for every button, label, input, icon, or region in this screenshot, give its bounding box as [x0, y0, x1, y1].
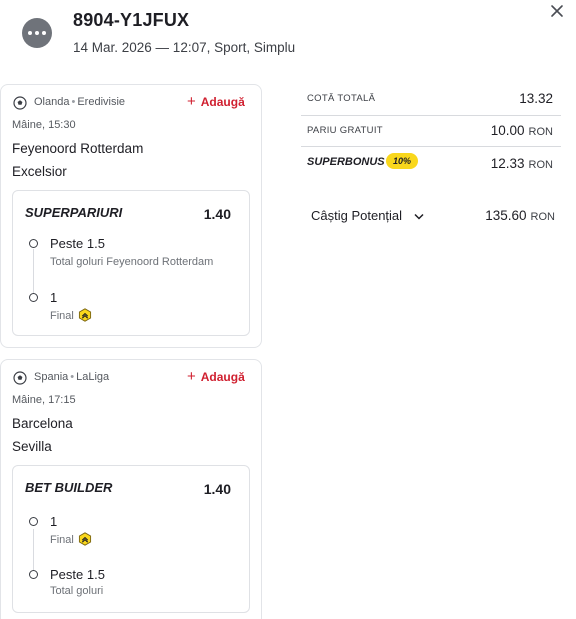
selection-name: 1 [50, 514, 58, 529]
close-icon[interactable] [548, 3, 566, 21]
team-home: Barcelona [12, 416, 73, 431]
superbonus-badge: 10% [386, 153, 419, 169]
event-card: Olanda • Eredivisie + Adaugă Mâine, 15:30 F… [0, 84, 262, 348]
selection-name: 1 [50, 290, 58, 305]
free-bet-label: PARIU GRATUIT [307, 125, 383, 136]
event-card: Spania • LaLiga + Adaugă Mâine, 17:15 Barce… [0, 359, 262, 619]
superbonus-row: SUPERBONUS 10% 12.33 RON [301, 149, 561, 177]
superbonus-label: SUPERBONUS [307, 156, 385, 168]
free-bet-currency: RON [528, 126, 553, 138]
event-time: Mâine, 15:30 [12, 119, 76, 131]
league-country: Olanda [34, 96, 70, 108]
potential-win-amount: 135.60 RON [485, 208, 555, 223]
selection-dot [29, 570, 38, 579]
chevron-down-icon [414, 213, 424, 220]
selection-connector [33, 249, 34, 294]
potential-win-toggle[interactable]: Câștig Potențial [311, 208, 424, 223]
superbonus-currency: RON [528, 159, 553, 171]
league-country: Spania [34, 371, 69, 383]
ticket-meta: 14 Mar. 2026 — 12:07, Sport, Simplu [73, 40, 296, 55]
potential-win-currency: RON [530, 211, 555, 223]
bet-odds: 1.40 [203, 206, 231, 222]
boost-badge-icon [78, 308, 91, 322]
add-button[interactable]: + Adaugă [187, 369, 245, 384]
event-time: Mâine, 17:15 [12, 394, 76, 406]
ticket-header: 8904-Y1JFUX 14 Mar. 2026 — 12:07, Sport,… [0, 0, 576, 80]
more-options-icon[interactable] [22, 18, 52, 48]
selection-name: Peste 1.5 [50, 567, 105, 582]
selection-dot [29, 293, 38, 302]
divider [301, 146, 561, 147]
soccer-ball-icon [13, 96, 27, 110]
soccer-ball-icon [13, 371, 27, 385]
free-bet-value: 10.00 [490, 123, 525, 138]
bet-type: BET BUILDER [25, 480, 113, 495]
selection-market-row: Final [50, 532, 92, 546]
free-bet-row: PARIU GRATUIT 10.00 RON [301, 116, 561, 144]
selection-market: Total goluri [50, 585, 104, 597]
selection-dot [29, 239, 38, 248]
total-odds-label: COTĂ TOTALĂ [307, 93, 376, 104]
selection-market: Total goluri Feyenoord Rotterdam [50, 256, 214, 268]
bet-box: SUPERPARIURI 1.40 Peste 1.5 Total goluri… [12, 190, 250, 336]
league-label: Spania • LaLiga [34, 371, 110, 383]
team-away: Sevilla [12, 439, 52, 454]
selection-connector [33, 529, 34, 573]
selection-market: Final [50, 534, 74, 546]
league-name: LaLiga [76, 371, 110, 383]
bet-type: SUPERPARIURI [25, 205, 123, 220]
selection-market: Final [50, 310, 74, 322]
selection-dot [29, 517, 38, 526]
team-home: Feyenoord Rotterdam [12, 141, 144, 156]
total-odds-row: COTĂ TOTALĂ 13.32 [301, 84, 561, 112]
superbonus-value: 12.33 [490, 156, 525, 171]
bet-odds: 1.40 [203, 481, 231, 497]
add-button[interactable]: + Adaugă [187, 94, 245, 109]
add-label: Adaugă [200, 370, 245, 384]
league-label: Olanda • Eredivisie [34, 96, 126, 108]
potential-win-label: Câștig Potențial [311, 208, 403, 223]
ticket-id: 8904-Y1JFUX [73, 10, 190, 30]
add-label: Adaugă [200, 95, 245, 109]
selection-name: Peste 1.5 [50, 236, 105, 251]
total-odds-value: 13.32 [519, 91, 553, 106]
boost-badge-icon [78, 532, 91, 546]
bet-box: BET BUILDER 1.40 1 Final Peste 1.5 Total… [12, 465, 250, 613]
potential-win-value: 135.60 [485, 208, 527, 223]
team-away: Excelsior [12, 164, 67, 179]
league-name: Eredivisie [77, 96, 126, 108]
selection-market-row: Final [50, 308, 92, 322]
